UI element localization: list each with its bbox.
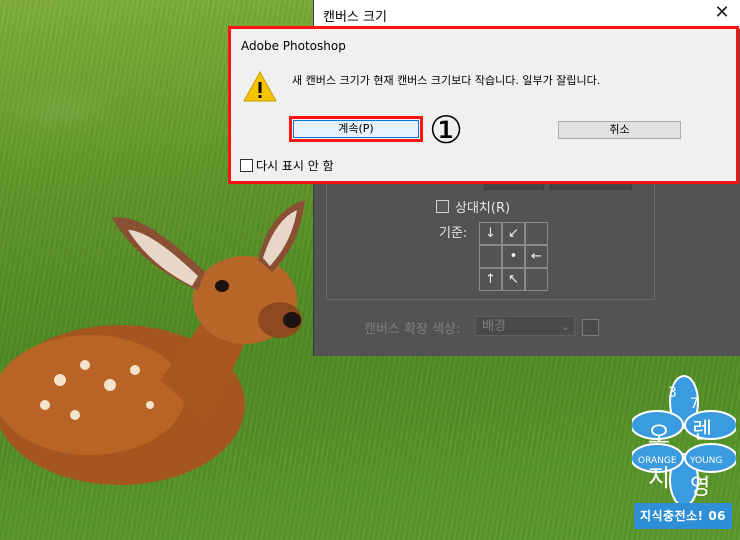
- watermark-syllable-o: 오: [648, 421, 670, 449]
- watermark-word-young: YOUNG: [689, 456, 722, 466]
- anchor-cell-bottom-left[interactable]: ↑: [479, 268, 502, 291]
- anchor-label: 기준:: [439, 226, 468, 241]
- watermark-syllable-ji: 지: [648, 464, 670, 492]
- anchor-cell-middle-right[interactable]: ←: [525, 245, 548, 268]
- extension-color-swatch[interactable]: [582, 319, 599, 336]
- warning-alert-dialog: Adobe Photoshop 새 캔버스 크기가 현재 캔버스 크기보다 작습…: [228, 26, 739, 184]
- anchor-cell-middle-center[interactable]: •: [502, 245, 525, 268]
- extension-color-label: 캔버스 확장 색상:: [364, 322, 461, 337]
- watermark-syllable-ren: 렌: [692, 419, 712, 444]
- watermark-number-3: 3: [668, 385, 677, 401]
- anchor-cell-top-center[interactable]: ↙: [502, 222, 525, 245]
- alert-message: 새 캔버스 크기가 현재 캔버스 크기보다 작습니다. 일부가 잘립니다.: [292, 74, 601, 87]
- anchor-cell-bottom-center[interactable]: ↖: [502, 268, 525, 291]
- anchor-cell-bottom-right[interactable]: [525, 268, 548, 291]
- watermark-number-7: 7: [690, 396, 699, 412]
- anchor-cell-top-left[interactable]: ↓: [479, 222, 502, 245]
- extension-color-select[interactable]: 배경 ⌄: [475, 316, 575, 336]
- relative-checkbox[interactable]: 상대치(R): [436, 197, 510, 216]
- deer-image: [0, 200, 305, 485]
- anchor-grid[interactable]: ↓ ↙ • ← ↑ ↖: [479, 222, 548, 291]
- relative-label: 상대치(R): [455, 201, 511, 216]
- cancel-button[interactable]: 취소: [558, 121, 681, 139]
- dont-show-again-label: 다시 표시 안 함: [256, 159, 334, 173]
- step-marker: ①: [428, 108, 464, 152]
- canvas-size-title: 캔버스 크기: [323, 10, 387, 25]
- watermark-badge: 지식충전소! 06: [634, 503, 732, 529]
- close-icon[interactable]: ✕: [713, 3, 731, 23]
- alert-title: Adobe Photoshop: [241, 39, 346, 53]
- continue-button[interactable]: 계속(P): [289, 116, 423, 142]
- dont-show-again-checkbox[interactable]: 다시 표시 안 함: [240, 157, 334, 174]
- anchor-cell-middle-left[interactable]: [479, 245, 502, 268]
- watermark-syllable-young: 영: [690, 475, 710, 500]
- checkbox-icon[interactable]: [436, 200, 449, 213]
- checkbox-icon[interactable]: [240, 159, 253, 172]
- warning-icon: [243, 71, 277, 102]
- chevron-down-icon: ⌄: [560, 320, 570, 333]
- anchor-cell-top-right[interactable]: [525, 222, 548, 245]
- canvas-size-titlebar: 캔버스 크기 ✕: [314, 0, 740, 29]
- extension-color-value: 배경: [482, 319, 506, 334]
